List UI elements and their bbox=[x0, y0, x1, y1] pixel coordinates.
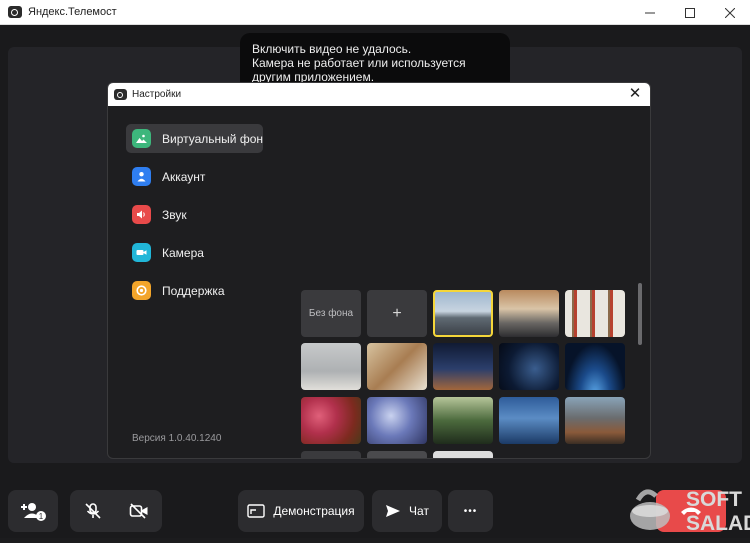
camera-icon bbox=[132, 243, 151, 262]
background-scrollbar[interactable] bbox=[638, 283, 642, 345]
send-icon bbox=[386, 505, 401, 517]
settings-menu: Виртуальный фон Аккаунт Звук Камера Подд… bbox=[126, 124, 266, 314]
watermark-text-1: SOFT bbox=[686, 488, 742, 511]
app-version: Версия 1.0.40.1240 bbox=[132, 433, 222, 444]
background-tile-night-sky[interactable] bbox=[433, 343, 493, 390]
watermark-text-2: SALAD bbox=[686, 512, 750, 535]
menu-item-account[interactable]: Аккаунт bbox=[126, 162, 266, 191]
toggle-camera-button[interactable] bbox=[116, 502, 162, 520]
lifebuoy-icon bbox=[132, 281, 151, 300]
screen-share-label: Демонстрация bbox=[273, 504, 355, 518]
app-logo-icon bbox=[8, 6, 22, 18]
more-options-button[interactable]: ••• bbox=[448, 490, 493, 532]
mute-microphone-button[interactable] bbox=[70, 502, 116, 520]
minimize-button[interactable] bbox=[630, 0, 670, 25]
toast-line-1: Включить видео не удалось. bbox=[252, 42, 412, 56]
background-tile-earth-night[interactable] bbox=[499, 343, 559, 390]
background-grid: Без фона + bbox=[301, 288, 631, 458]
background-tile-brick-room[interactable] bbox=[367, 343, 427, 390]
minimize-icon bbox=[645, 12, 655, 13]
app-window: Яндекс.Телемост Включить видео не удалос… bbox=[0, 0, 750, 538]
chat-button[interactable]: Чат bbox=[372, 490, 442, 532]
speaker-icon bbox=[132, 205, 151, 224]
window-title: Яндекс.Телемост bbox=[28, 6, 117, 18]
background-tile-forest[interactable] bbox=[433, 397, 493, 444]
title-bar: Яндекс.Телемост bbox=[0, 0, 750, 25]
menu-item-camera[interactable]: Камера bbox=[126, 238, 266, 267]
add-user-icon: 1 bbox=[21, 503, 46, 521]
background-tile-flowers[interactable] bbox=[367, 397, 427, 444]
menu-item-label: Звук bbox=[162, 207, 187, 222]
menu-item-label: Виртуальный фон bbox=[162, 131, 264, 146]
background-tile-partial[interactable] bbox=[367, 451, 427, 458]
add-background-tile[interactable]: + bbox=[367, 290, 427, 337]
close-icon bbox=[725, 7, 735, 18]
menu-item-label: Поддержка bbox=[162, 283, 225, 298]
maximize-button[interactable] bbox=[670, 0, 710, 25]
menu-item-support[interactable]: Поддержка bbox=[126, 276, 266, 305]
background-tile-tulips[interactable] bbox=[301, 397, 361, 444]
image-icon bbox=[132, 129, 151, 148]
menu-item-virtual-background[interactable]: Виртуальный фон bbox=[126, 124, 263, 153]
toast-line-2: Камера не работает или используется bbox=[252, 56, 466, 70]
background-tile-glacier[interactable] bbox=[499, 397, 559, 444]
menu-item-label: Камера bbox=[162, 245, 204, 260]
microphone-off-icon bbox=[85, 503, 101, 519]
background-tile-grey-wall[interactable] bbox=[301, 343, 361, 390]
menu-item-label: Аккаунт bbox=[162, 169, 206, 184]
screen-share-button[interactable]: Демонстрация bbox=[238, 490, 364, 532]
background-tile-partial[interactable] bbox=[301, 451, 361, 458]
media-controls bbox=[70, 490, 162, 532]
watermark-logo: SOFT SALAD bbox=[628, 478, 750, 538]
menu-item-sound[interactable]: Звук bbox=[126, 200, 266, 229]
background-tile-bookshelf[interactable] bbox=[565, 290, 625, 337]
background-tile-office-window[interactable] bbox=[433, 290, 493, 337]
screen-share-icon bbox=[247, 504, 266, 518]
camera-off-icon bbox=[129, 503, 148, 519]
settings-header: Настройки ✕ bbox=[108, 83, 650, 106]
close-window-button[interactable] bbox=[710, 0, 750, 25]
background-tile-mountains[interactable] bbox=[565, 397, 625, 444]
participants-count: 1 bbox=[39, 512, 44, 521]
settings-title: Настройки bbox=[132, 89, 182, 100]
settings-close-button[interactable]: ✕ bbox=[626, 85, 644, 103]
app-logo-icon bbox=[114, 89, 127, 100]
background-tile-loft[interactable] bbox=[499, 290, 559, 337]
user-icon bbox=[132, 167, 151, 186]
maximize-icon bbox=[685, 7, 695, 18]
invite-participant-button[interactable]: 1 bbox=[8, 490, 58, 532]
no-background-tile[interactable]: Без фона bbox=[301, 290, 361, 337]
settings-dialog: Настройки ✕ Виртуальный фон Аккаунт Звук… bbox=[107, 82, 651, 459]
background-tile-earth-horizon[interactable] bbox=[565, 343, 625, 390]
background-tile-partial[interactable] bbox=[433, 451, 493, 458]
chat-label: Чат bbox=[409, 504, 429, 518]
